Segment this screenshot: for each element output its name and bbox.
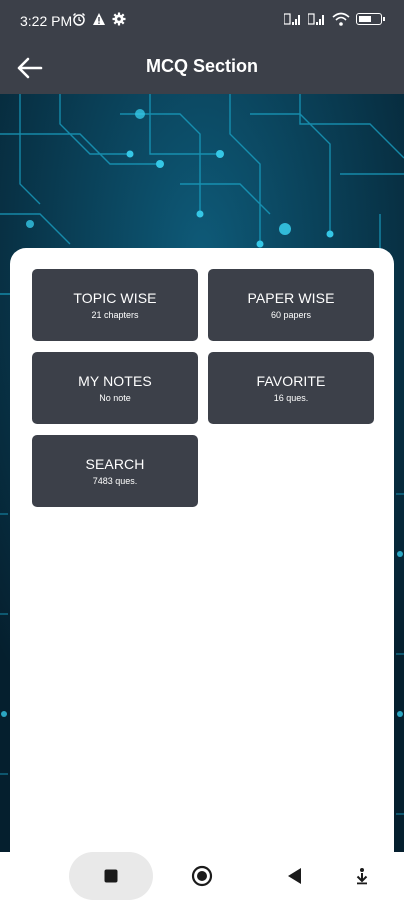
tile-subtitle: 60 papers [270, 310, 312, 320]
back-triangle-icon [288, 868, 301, 884]
status-time: 3:22 PM [20, 13, 73, 29]
status-left-icons [72, 12, 126, 29]
back-nav-button[interactable] [274, 852, 314, 900]
tile-subtitle: 21 chapters [91, 310, 139, 320]
alarm-icon [72, 12, 86, 29]
search-button[interactable]: SEARCH 7483 ques. [32, 435, 198, 507]
recents-square-icon [104, 869, 118, 883]
hide-nav-button[interactable] [344, 852, 380, 900]
battery-icon [356, 13, 385, 25]
tile-subtitle: 7483 ques. [92, 476, 138, 486]
sim-signal-icon [284, 13, 300, 25]
home-button[interactable] [182, 852, 222, 900]
battery-level [359, 16, 371, 22]
app-bar: MCQ Section [0, 42, 404, 94]
warning-icon [92, 12, 106, 29]
wifi-icon [332, 12, 350, 26]
hide-nav-icon [356, 868, 368, 885]
tile-title: FAVORITE [256, 373, 326, 389]
home-circle-icon [191, 865, 213, 887]
tile-title: PAPER WISE [247, 290, 335, 306]
favorite-button[interactable]: FAVORITE 16 ques. [208, 352, 374, 424]
status-right-icons [284, 12, 385, 26]
gear-icon [112, 12, 126, 29]
paper-wise-button[interactable]: PAPER WISE 60 papers [208, 269, 374, 341]
tile-title: SEARCH [85, 456, 145, 472]
tile-subtitle: 16 ques. [273, 393, 309, 403]
tile-title: TOPIC WISE [73, 290, 157, 306]
recents-button[interactable] [92, 852, 130, 900]
status-bar: 3:22 PM [0, 0, 404, 42]
my-notes-button[interactable]: MY NOTES No note [32, 352, 198, 424]
topic-wise-button[interactable]: TOPIC WISE 21 chapters [32, 269, 198, 341]
tile-subtitle: No note [99, 393, 131, 403]
mcq-card: TOPIC WISE 21 chapters PAPER WISE 60 pap… [10, 248, 394, 868]
sim-signal-icon [308, 13, 324, 25]
tile-title: MY NOTES [78, 373, 152, 389]
system-nav-bar [0, 852, 404, 900]
page-title: MCQ Section [145, 56, 258, 76]
